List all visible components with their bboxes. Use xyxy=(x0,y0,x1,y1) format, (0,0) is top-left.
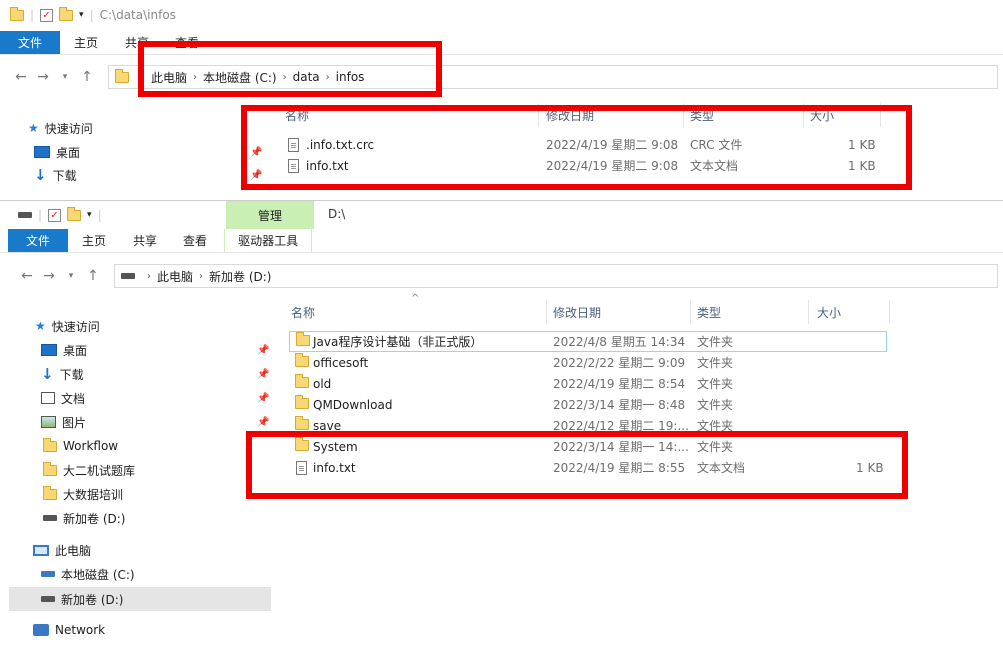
nav-exam-bank[interactable]: 大二机试题库 xyxy=(43,459,135,481)
file-name: Java程序设计基础（非正式版） xyxy=(313,335,483,349)
folder-icon xyxy=(296,331,310,346)
pin-icon[interactable]: 📌 xyxy=(257,393,269,404)
network-icon xyxy=(33,624,49,636)
download-icon: ↓ xyxy=(34,166,47,184)
back-icon[interactable]: ← xyxy=(10,69,32,85)
breadcrumb-this-pc[interactable]: 此电脑 xyxy=(157,268,193,285)
desktop-icon xyxy=(41,344,57,356)
tab-home[interactable]: 主页 xyxy=(60,31,112,54)
folder-icon xyxy=(10,6,24,21)
nav-pictures[interactable]: 图片 xyxy=(41,411,86,433)
folder-icon xyxy=(295,373,309,388)
file-date: 2022/4/8 星期五 14:34 xyxy=(553,335,686,349)
properties-icon[interactable]: ✓ xyxy=(48,208,62,222)
nav-quick-access[interactable]: ★ 快速访问 xyxy=(28,117,93,139)
bottom-address-bar[interactable]: › 此电脑 › 新加卷 (D:) xyxy=(114,264,998,288)
up-icon[interactable]: ↑ xyxy=(76,69,98,85)
column-type[interactable]: 类型 xyxy=(697,304,721,321)
folder-icon xyxy=(295,352,309,367)
properties-icon[interactable]: ✓ xyxy=(40,8,54,22)
file-type: 文件夹 xyxy=(697,335,734,349)
column-name[interactable]: 名称 xyxy=(291,304,315,321)
file-type: 文件夹 xyxy=(697,356,734,370)
file-date: 2022/3/14 星期一 8:48 xyxy=(553,398,686,412)
pin-icon[interactable]: 📌 xyxy=(257,417,269,428)
annotation-box-top-files xyxy=(241,105,912,190)
list-item[interactable]: old 2022/4/19 星期二 8:54 文件夹 xyxy=(289,373,887,394)
annotation-box-bottom-files xyxy=(246,431,908,499)
nav-local-disk-c[interactable]: 本地磁盘 (C:) xyxy=(41,563,135,585)
nav-downloads[interactable]: ↓ 下载 xyxy=(41,363,84,385)
folder-icon xyxy=(295,415,309,430)
file-name: old xyxy=(313,376,332,391)
recent-chevron-icon[interactable]: ▾ xyxy=(60,271,82,281)
tab-view[interactable]: 查看 xyxy=(170,229,220,252)
file-type: 文件夹 xyxy=(697,398,734,412)
forward-icon[interactable]: → xyxy=(38,268,60,284)
nav-this-pc[interactable]: 此电脑 xyxy=(33,539,91,561)
documents-icon xyxy=(41,392,55,404)
drive-icon xyxy=(41,596,55,602)
new-folder-icon[interactable] xyxy=(59,6,74,21)
nav-new-volume-d[interactable]: 新加卷 (D:) xyxy=(41,588,123,610)
star-icon: ★ xyxy=(28,121,39,135)
top-title-bar: | ✓ ▾ | C:\data\infos xyxy=(0,0,1003,30)
folder-icon xyxy=(295,394,309,409)
folder-icon xyxy=(115,68,129,83)
folder-icon xyxy=(43,437,57,452)
window-title: C:\data\infos xyxy=(99,8,176,22)
download-icon: ↓ xyxy=(41,365,54,383)
chevron-down-icon[interactable]: ▾ xyxy=(79,10,84,20)
desktop-icon xyxy=(34,146,50,158)
window-title: D:\ xyxy=(328,207,346,221)
column-date-modified[interactable]: 修改日期 xyxy=(553,304,601,321)
pictures-icon xyxy=(41,416,56,428)
tab-share[interactable]: 共享 xyxy=(120,229,170,252)
pin-icon[interactable]: 📌 xyxy=(257,345,269,356)
star-icon: ★ xyxy=(35,319,46,333)
list-item[interactable]: officesoft 2022/2/22 星期二 9:09 文件夹 xyxy=(289,352,887,373)
bottom-column-header: 名称 修改日期 类型 大小 xyxy=(285,300,895,324)
file-date: 2022/2/22 星期二 9:09 xyxy=(553,356,686,370)
nav-downloads[interactable]: ↓ 下载 xyxy=(34,164,77,186)
nav-quick-access[interactable]: ★ 快速访问 xyxy=(35,315,100,337)
forward-icon[interactable]: → xyxy=(32,69,54,85)
file-type: 文件夹 xyxy=(697,377,734,391)
tab-drive-tools[interactable]: 驱动器工具 xyxy=(224,229,313,252)
file-date: 2022/4/19 星期二 8:54 xyxy=(553,377,686,391)
drive-icon xyxy=(18,212,32,218)
folder-icon xyxy=(43,461,57,476)
bottom-ribbon-tabs: 文件 主页 共享 查看 驱动器工具 xyxy=(0,229,1003,253)
tab-file[interactable]: 文件 xyxy=(0,31,61,54)
tab-home[interactable]: 主页 xyxy=(68,229,120,252)
drive-icon xyxy=(121,273,135,279)
nav-new-volume-d-quick[interactable]: 新加卷 (D:) xyxy=(43,507,125,529)
nav-bigdata-training[interactable]: 大数据培训 xyxy=(43,483,123,505)
breadcrumb-new-volume-d[interactable]: 新加卷 (D:) xyxy=(209,268,271,285)
back-icon[interactable]: ← xyxy=(16,268,38,284)
column-size[interactable]: 大小 xyxy=(817,304,841,321)
folder-icon xyxy=(43,485,57,500)
nav-desktop[interactable]: 桌面 xyxy=(41,339,87,361)
file-name: QMDownload xyxy=(313,397,393,412)
system-drive-icon xyxy=(41,571,55,577)
up-icon[interactable]: ↑ xyxy=(82,268,104,284)
list-item[interactable]: Java程序设计基础（非正式版） 2022/4/8 星期五 14:34 文件夹 xyxy=(289,331,887,352)
recent-chevron-icon[interactable]: ▾ xyxy=(54,72,76,82)
list-item[interactable]: QMDownload 2022/3/14 星期一 8:48 文件夹 xyxy=(289,394,887,415)
annotation-box-address xyxy=(138,41,442,97)
nav-documents[interactable]: 文档 xyxy=(41,387,85,409)
nav-network[interactable]: Network xyxy=(33,619,105,641)
new-folder-icon[interactable] xyxy=(67,206,82,221)
manage-contextual-tab[interactable]: 管理 xyxy=(226,201,314,229)
nav-workflow[interactable]: Workflow xyxy=(43,435,118,457)
file-name: officesoft xyxy=(313,355,369,370)
drive-icon xyxy=(43,515,57,521)
bottom-title-bar: | ✓ ▾ | xyxy=(0,201,1003,229)
tab-file[interactable]: 文件 xyxy=(8,229,69,252)
nav-desktop[interactable]: 桌面 xyxy=(34,141,80,163)
computer-icon xyxy=(33,544,49,556)
pin-icon[interactable]: 📌 xyxy=(257,369,269,380)
chevron-down-icon[interactable]: ▾ xyxy=(87,210,92,220)
